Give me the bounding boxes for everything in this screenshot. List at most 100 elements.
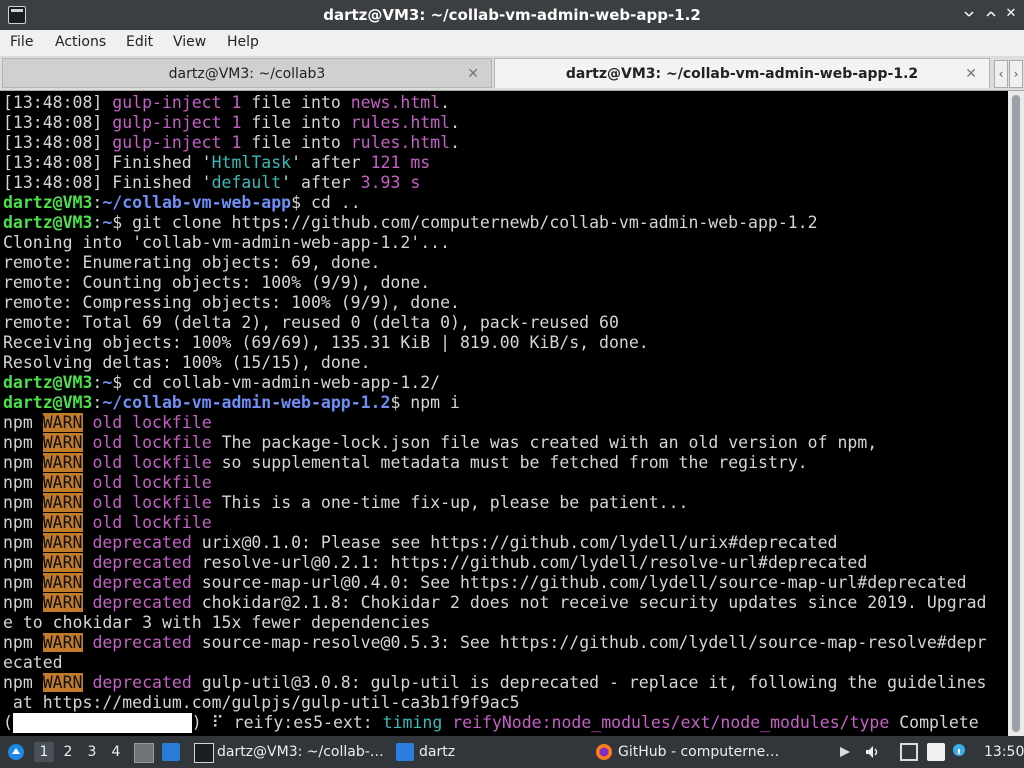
terminal-line: ( ) ⠏ reify:es5-ext: timing reifyNode:no… xyxy=(3,713,979,733)
terminal-text: npm xyxy=(3,513,43,532)
info-icon[interactable] xyxy=(952,743,966,761)
display-icon[interactable] xyxy=(900,743,918,761)
terminal-text: remote: Total 69 (delta 2), reused 0 (de… xyxy=(3,313,619,332)
terminal-line: remote: Counting objects: 100% (9/9), do… xyxy=(3,273,430,293)
clock: 13:50 xyxy=(984,744,1024,760)
tab-close-icon[interactable]: ✕ xyxy=(965,59,977,89)
terminal-text: [13:48:08] xyxy=(3,93,113,112)
workspace-3[interactable]: 3 xyxy=(82,742,102,762)
terminal-icon xyxy=(194,743,214,763)
task-dartz-folder[interactable]: dartz xyxy=(419,744,455,760)
terminal-text: WARN xyxy=(42,593,83,612)
file-manager-icon[interactable] xyxy=(162,743,180,761)
terminal-line: npm WARN deprecated source-map-url@0.4.0… xyxy=(3,573,967,593)
tab-close-icon[interactable]: ✕ xyxy=(467,59,479,89)
terminal-text: Receiving objects: 100% (69/69), 135.31 … xyxy=(3,333,649,352)
terminal-text: WARN xyxy=(42,433,83,452)
terminal-text: chokidar@2.1.8: Chokidar 2 does not rece… xyxy=(191,593,987,612)
terminal-text: [13:48:08] Finished ' xyxy=(3,173,212,192)
terminal-text: file into xyxy=(241,133,351,152)
menu-help[interactable]: Help xyxy=(227,34,259,50)
workspace-2[interactable]: 2 xyxy=(58,742,78,762)
tab-bar: dartz@VM3: ~/collab3 ✕ dartz@VM3: ~/coll… xyxy=(0,56,1024,91)
terminal-text: npm xyxy=(3,453,43,472)
terminal-text: HtmlTask xyxy=(211,153,292,172)
terminal-text: Cloning into 'collab-vm-admin-web-app-1.… xyxy=(3,233,451,252)
terminal-text: WARN xyxy=(42,453,83,472)
terminal-text: ( xyxy=(3,713,13,732)
terminal-line: dartz@VM3:~$ cd collab-vm-admin-web-app-… xyxy=(3,373,440,393)
task-terminal[interactable]: dartz@VM3: ~/collab-… xyxy=(217,744,384,760)
arrow-icon[interactable] xyxy=(836,743,854,761)
menu-edit[interactable]: Edit xyxy=(126,34,153,50)
terminal-line: npm WARN deprecated urix@0.1.0: Please s… xyxy=(3,533,837,553)
task-firefox[interactable]: GitHub - computerne… xyxy=(618,744,779,760)
terminal-text: rules.html xyxy=(350,133,451,152)
terminal-line: npm WARN old lockfile so supplemental me… xyxy=(3,453,808,473)
close-icon[interactable]: ✕ xyxy=(1004,7,1018,21)
window-title: dartz@VM3: ~/collab-vm-admin-web-app-1.2 xyxy=(323,6,701,24)
terminal-text: ' after xyxy=(291,153,371,172)
terminal-text: deprecated xyxy=(92,673,192,692)
terminal-text: . xyxy=(440,93,451,112)
maximize-icon[interactable] xyxy=(984,7,998,21)
terminal-text: npm xyxy=(3,533,43,552)
tab-scroll-left-icon[interactable]: ‹ xyxy=(994,60,1008,88)
terminal-line: npm WARN old lockfile xyxy=(3,513,212,533)
terminal-line: dartz@VM3:~$ git clone https://github.co… xyxy=(3,213,818,233)
terminal-text: 1 xyxy=(231,113,242,132)
volume-icon[interactable] xyxy=(863,743,881,761)
firefox-icon xyxy=(595,743,613,761)
terminal-text: 121 ms xyxy=(370,153,431,172)
workspace-4[interactable]: 4 xyxy=(106,742,126,762)
terminal-text: gulp-util@3.0.8: gulp-util is deprecated… xyxy=(191,673,987,692)
terminal-text: 1 xyxy=(231,93,242,112)
terminal-text: old lockfile xyxy=(92,493,212,512)
terminal-text: : xyxy=(92,213,103,232)
terminal-text: ~/collab-vm-web-app xyxy=(102,193,292,212)
terminal-text: npm xyxy=(3,633,43,652)
clipboard-icon[interactable] xyxy=(927,743,945,761)
terminal-text: ) ⠏ reify:es5-ext: xyxy=(191,713,383,732)
terminal-text: so supplemental metadata must be fetched… xyxy=(211,453,808,472)
terminal-line: remote: Enumerating objects: 69, done. xyxy=(3,253,381,273)
terminal-text: npm xyxy=(3,673,43,692)
terminal-text: : xyxy=(92,193,103,212)
terminal-text: default xyxy=(211,173,282,192)
terminal-text: deprecated xyxy=(92,533,192,552)
terminal-text: WARN xyxy=(42,673,83,692)
terminal-text: ' after xyxy=(281,173,361,192)
scrollbar-thumb[interactable] xyxy=(1012,95,1020,732)
terminal-text: . xyxy=(450,113,460,132)
show-desktop-icon[interactable] xyxy=(134,743,154,763)
terminal-text: WARN xyxy=(42,553,83,572)
terminal-text: $ cd .. xyxy=(291,193,361,212)
minimize-icon[interactable] xyxy=(962,7,976,21)
terminal-text: news.html xyxy=(350,93,441,112)
terminal-line: e to chokidar 3 with 15x fewer dependenc… xyxy=(3,613,430,633)
tab-collab3[interactable]: dartz@VM3: ~/collab3 ✕ xyxy=(2,58,492,88)
terminal-line: [13:48:08] Finished 'HtmlTask' after 121… xyxy=(3,153,430,173)
menu-file[interactable]: File xyxy=(10,34,33,50)
tab-scroll-right-icon[interactable]: › xyxy=(1009,60,1023,88)
terminal-text: $ git clone https://github.com/computern… xyxy=(112,213,818,232)
terminal-text: [13:48:08] xyxy=(3,133,113,152)
terminal-scrollbar[interactable] xyxy=(1008,91,1024,736)
start-menu-icon[interactable] xyxy=(7,743,25,761)
terminal-text: 3.93 s xyxy=(360,173,421,192)
terminal-line: npm WARN old lockfile xyxy=(3,413,212,433)
menu-actions[interactable]: Actions xyxy=(55,34,106,50)
terminal-output[interactable]: [13:48:08] gulp-inject 1 file into news.… xyxy=(0,91,1008,736)
window-titlebar: dartz@VM3: ~/collab-vm-admin-web-app-1.2… xyxy=(0,0,1024,30)
terminal-line: npm WARN deprecated gulp-util@3.0.8: gul… xyxy=(3,673,987,693)
terminal-text: deprecated xyxy=(92,593,192,612)
terminal-text: . xyxy=(450,133,460,152)
terminal-text: gulp-inject xyxy=(112,113,232,132)
terminal-text: deprecated xyxy=(92,553,192,572)
tab-admin-web-app[interactable]: dartz@VM3: ~/collab-vm-admin-web-app-1.2… xyxy=(494,58,990,88)
menu-view[interactable]: View xyxy=(173,34,206,50)
workspace-1[interactable]: 1 xyxy=(34,742,54,762)
